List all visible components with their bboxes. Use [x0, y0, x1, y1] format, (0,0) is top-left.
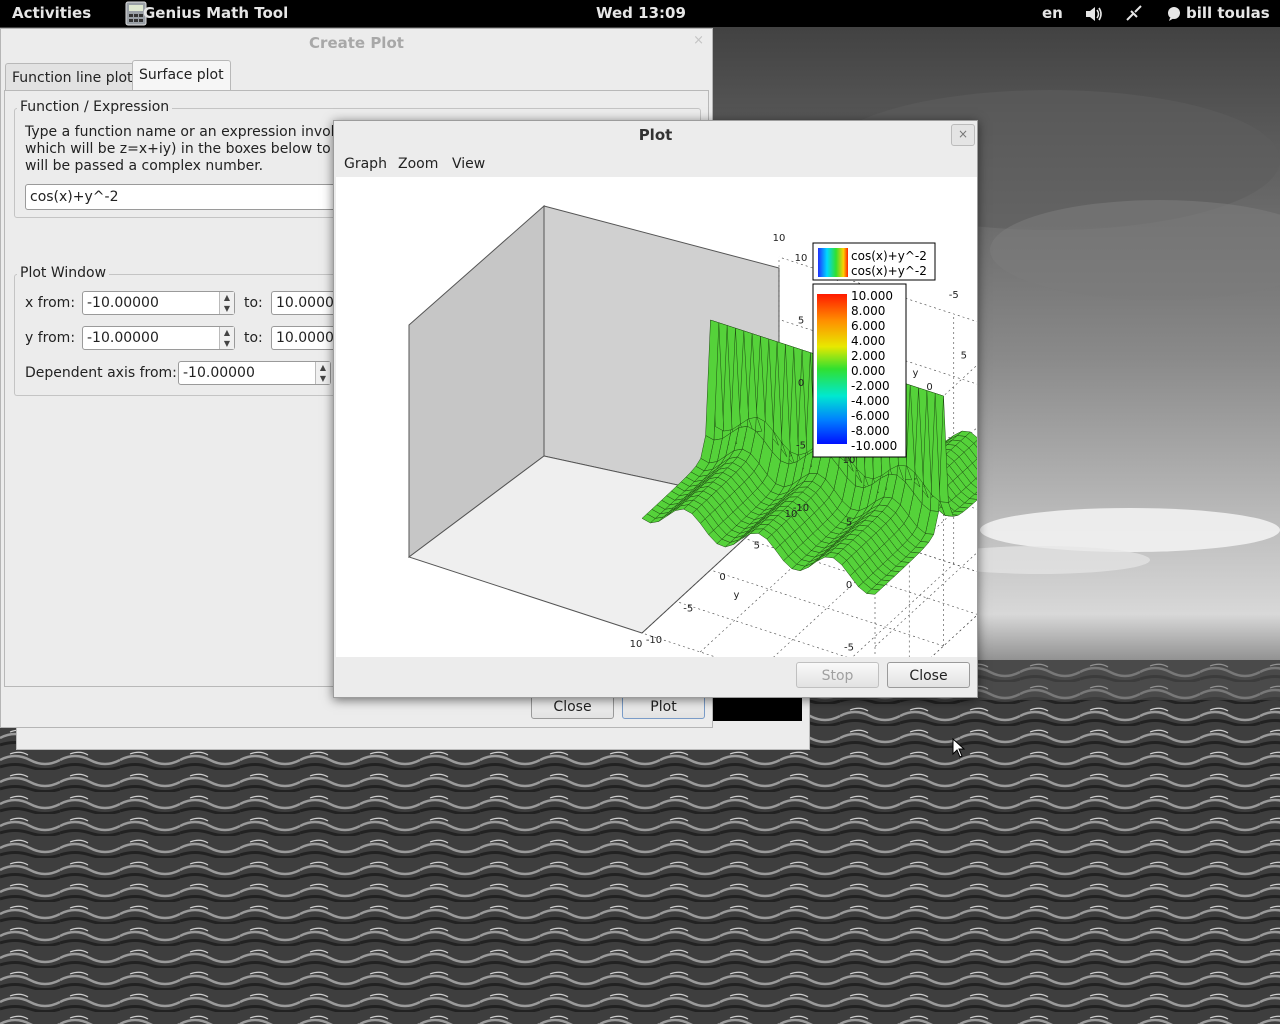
colorbar-label: -6.000 [851, 409, 890, 423]
y-to-label: to: [244, 330, 263, 346]
y-tick-label: 0 [719, 572, 725, 583]
colorbar-label: 2.000 [851, 349, 885, 363]
x-tick-label: 10 [630, 639, 643, 650]
y-from-label: y from: [25, 330, 76, 346]
grid-line [931, 614, 977, 657]
grid-line [641, 632, 717, 657]
activities-button[interactable]: Activities [12, 4, 91, 22]
z-tick-label: -10 [793, 503, 809, 514]
menu-view[interactable]: View [452, 156, 485, 172]
colorbar-gradient [817, 294, 847, 444]
x-from-value: -10.00000 [87, 295, 159, 311]
y-tick-label: 5 [754, 541, 760, 552]
y-from-value: -10.00000 [87, 330, 159, 346]
console-area [712, 695, 802, 721]
x-tick-label: 10 [773, 233, 786, 244]
clock[interactable]: Wed 13:09 [596, 4, 686, 22]
mouse-cursor-icon [952, 738, 966, 758]
create-plot-title: Create Plot [309, 34, 404, 52]
grid-line [710, 569, 944, 647]
colorbar-label: -8.000 [851, 424, 890, 438]
y-tick-label: 0 [926, 382, 932, 393]
spin-arrows-icon[interactable]: ▲ ▼ [219, 292, 234, 314]
grid-line [931, 614, 977, 657]
y-axis-label: y [734, 590, 740, 601]
colorbar: 10.0008.0006.0004.0002.0000.000-2.000-4.… [812, 283, 907, 458]
legend-entry: cos(x)+y^-2 [851, 264, 927, 278]
colorbar-label: 4.000 [851, 334, 885, 348]
close-icon[interactable]: × [693, 33, 704, 48]
plot-window-title: Plot Window [17, 265, 110, 281]
keyboard-layout[interactable]: en [1042, 4, 1063, 22]
plot-window-title: Plot [638, 126, 673, 144]
colorbar-label: 10.000 [851, 289, 893, 303]
z-tick-label: 10 [795, 253, 808, 264]
legend-entry: cos(x)+y^-2 [851, 249, 927, 263]
expression-input[interactable]: cos(x)+y^-2 [25, 184, 355, 210]
user-menu[interactable]: bill toulas [1186, 4, 1270, 22]
plot-close-button[interactable]: Close [887, 662, 970, 688]
colorbar-label: 0.000 [851, 364, 885, 378]
legend: cos(x)+y^-2 cos(x)+y^-2 [812, 242, 936, 281]
close-icon[interactable]: × [951, 124, 975, 146]
function-frame-title: Function / Expression [17, 99, 173, 115]
colorbar-label: 8.000 [851, 304, 885, 318]
volume-icon[interactable] [1085, 6, 1103, 22]
app-menu[interactable]: Genius Math Tool [143, 4, 288, 22]
network-icon[interactable] [1125, 5, 1143, 22]
x-from-spinbox[interactable]: -10.00000 ▲ ▼ [82, 291, 235, 315]
colorbar-label: -4.000 [851, 394, 890, 408]
menu-zoom[interactable]: Zoom [398, 156, 438, 172]
dependent-axis-spinbox[interactable]: -10.00000 ▲ ▼ [178, 361, 331, 385]
surface-plot-canvas[interactable]: -10-50510-10-50510-10-50510-10-50510-10-… [336, 177, 977, 657]
plot-window: Plot × Graph Zoom View -10-50510-10-5051… [333, 120, 978, 698]
colorbar-label: -2.000 [851, 379, 890, 393]
menu-graph[interactable]: Graph [344, 156, 387, 172]
z-tick-label: 5 [798, 316, 804, 327]
x-to-label: to: [244, 295, 263, 311]
stop-button[interactable]: Stop [796, 662, 879, 688]
spin-arrows-icon[interactable]: ▲ ▼ [219, 327, 234, 349]
colorbar-label: 6.000 [851, 319, 885, 333]
y-axis-label: y [913, 368, 919, 379]
x-from-label: x from: [25, 295, 76, 311]
y-from-spinbox[interactable]: -10.00000 ▲ ▼ [82, 326, 235, 350]
expression-value: cos(x)+y^-2 [30, 189, 119, 205]
z-tick-label: 0 [846, 580, 852, 591]
z-tick-label: -5 [796, 441, 806, 452]
dependent-axis-value: -10.00000 [183, 365, 255, 381]
tab-function-line-plot[interactable]: Function line plot [5, 63, 140, 91]
z-tick-label: 0 [798, 378, 804, 389]
grid-line [676, 601, 848, 657]
chat-icon [1168, 7, 1180, 21]
z-tick-label: 5 [846, 518, 852, 529]
x-tick-label: -5 [949, 290, 959, 301]
top-panel: Activities Genius Math Tool Wed 13:09 en… [0, 0, 1280, 27]
y-tick-label: -10 [646, 635, 662, 646]
colorbar-label: -10.000 [851, 439, 897, 453]
description-line: will be passed a complex number. [25, 158, 264, 174]
description-line: which will be z=x+iy) in the boxes below… [25, 141, 368, 157]
y-tick-label: 5 [961, 351, 967, 362]
spin-arrows-icon[interactable]: ▲ ▼ [315, 362, 330, 384]
y-tick-label: -5 [683, 604, 693, 615]
tab-surface-plot[interactable]: Surface plot [132, 60, 231, 90]
legend-swatch [818, 248, 848, 277]
description-line: Type a function name or an expression in… [25, 124, 356, 140]
dependent-axis-label: Dependent axis from: [25, 365, 177, 381]
z-tick-label: -5 [844, 643, 854, 654]
